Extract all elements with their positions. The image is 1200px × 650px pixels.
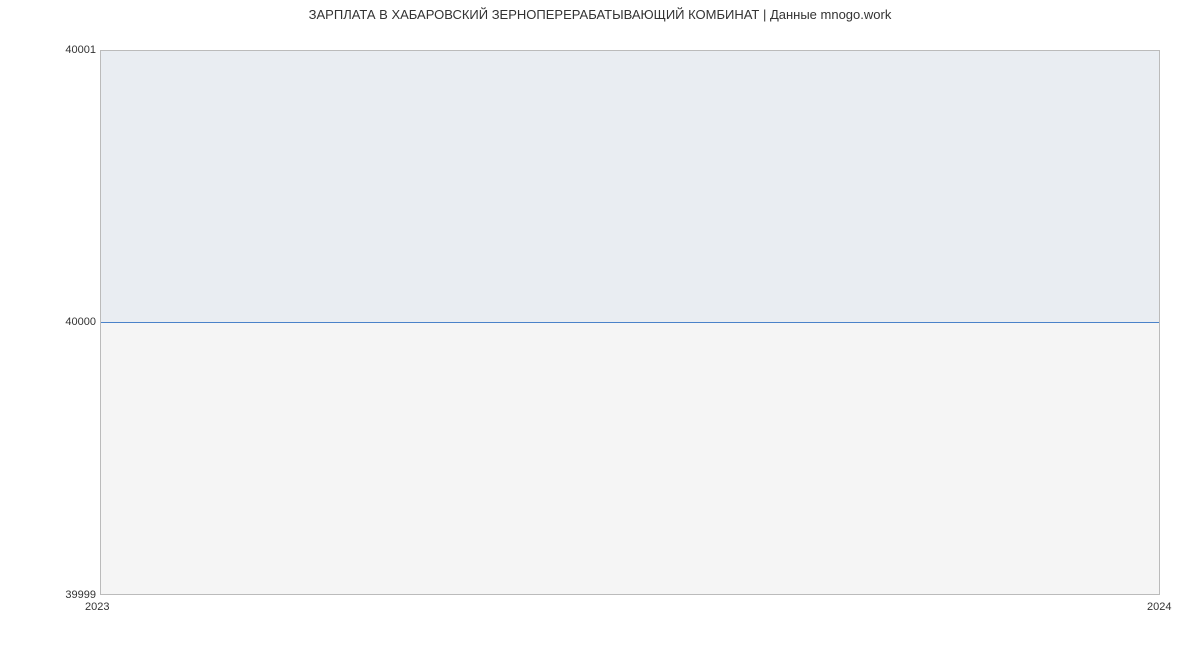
x-tick-left: 2023 <box>85 601 109 613</box>
x-tick-right: 2024 <box>1147 601 1171 613</box>
chart-title: ЗАРПЛАТА В ХАБАРОВСКИЙ ЗЕРНОПЕРЕРАБАТЫВА… <box>0 7 1200 22</box>
plot-area <box>100 50 1160 595</box>
y-tick-mid: 40000 <box>65 316 96 328</box>
area-fill <box>101 51 1159 323</box>
chart-container: ЗАРПЛАТА В ХАБАРОВСКИЙ ЗЕРНОПЕРЕРАБАТЫВА… <box>0 0 1200 650</box>
y-tick-top: 40001 <box>65 44 96 56</box>
y-tick-bottom: 39999 <box>65 589 96 601</box>
data-line <box>101 322 1159 323</box>
